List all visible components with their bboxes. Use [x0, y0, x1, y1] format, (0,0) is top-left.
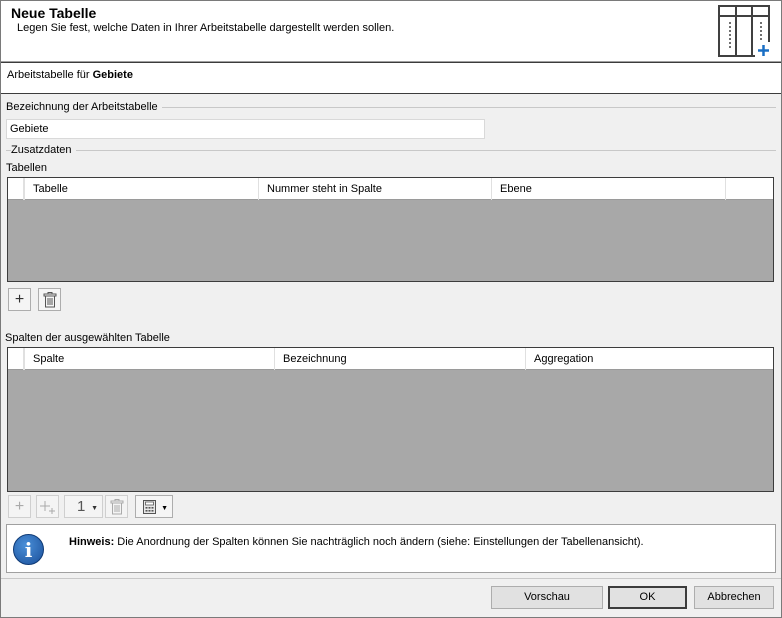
column-header-nummer[interactable]: Nummer steht in Spalte	[258, 178, 491, 200]
hint-message: Die Anordnung der Spalten können Sie nac…	[114, 536, 644, 548]
chevron-down-icon: ▼	[161, 505, 168, 512]
add-table-button[interactable]: +	[8, 288, 31, 311]
columns-grid-header: Spalte Bezeichnung Aggregation	[8, 348, 773, 370]
column-header-tabelle[interactable]: Tabelle	[24, 178, 258, 200]
column-header-spalte[interactable]: Spalte	[24, 348, 274, 370]
cancel-button[interactable]: Abbrechen	[694, 586, 774, 609]
delete-column-button[interactable]	[105, 495, 128, 518]
calculator-icon	[143, 500, 156, 514]
preview-button[interactable]: Vorschau	[491, 586, 603, 609]
info-icon: i	[13, 534, 44, 565]
tables-grid-header: Tabelle Nummer steht in Spalte Ebene	[8, 178, 773, 200]
add-multiple-columns-button[interactable]	[36, 495, 59, 518]
extra-group-label: Zusatzdaten	[11, 144, 76, 156]
worktable-name-input[interactable]	[6, 119, 485, 139]
dialog-title: Neue Tabelle	[11, 5, 97, 21]
table-add-icon	[718, 5, 772, 58]
hint-box: i Hinweis: Die Anordnung der Spalten kön…	[6, 524, 776, 573]
dialog-subtitle: Legen Sie fest, welche Daten in Ihrer Ar…	[17, 22, 395, 34]
tables-label: Tabellen	[6, 162, 51, 174]
hint-text: Hinweis: Die Anordnung der Spalten könne…	[69, 536, 644, 548]
column-count-spinner[interactable]: 1 ▼	[64, 495, 103, 518]
column-header-aggregation[interactable]: Aggregation	[525, 348, 773, 370]
context-table-name: Gebiete	[92, 69, 133, 81]
trash-icon	[43, 291, 56, 307]
plus-icon: +	[14, 290, 25, 308]
footer-separator	[1, 578, 781, 579]
name-group-label: Bezeichnung der Arbeitstabelle	[6, 101, 162, 113]
new-table-dialog: Neue Tabelle Legen Sie fest, welche Date…	[0, 0, 782, 618]
add-column-button[interactable]: +	[8, 495, 31, 518]
hint-label: Hinweis:	[69, 536, 115, 548]
worktable-context: Arbeitstabelle für Gebiete	[1, 62, 781, 94]
columns-section-label: Spalten der ausgewählten Tabelle	[5, 332, 174, 344]
plus-multiple-icon	[39, 500, 55, 514]
trash-icon	[110, 498, 123, 514]
chevron-down-icon: ▼	[91, 505, 98, 512]
columns-grid[interactable]: Spalte Bezeichnung Aggregation	[7, 347, 774, 492]
spinner-value: 1	[77, 498, 86, 515]
plus-icon: +	[14, 497, 25, 515]
group-separator	[6, 150, 776, 151]
calculator-dropdown-button[interactable]: ▼	[135, 495, 173, 518]
ok-button[interactable]: OK	[608, 586, 687, 609]
context-prefix: Arbeitstabelle für	[7, 69, 90, 81]
dialog-header: Neue Tabelle Legen Sie fest, welche Date…	[1, 1, 781, 62]
delete-table-button[interactable]	[38, 288, 61, 311]
column-header-bezeichnung[interactable]: Bezeichnung	[274, 348, 525, 370]
column-header-ebene[interactable]: Ebene	[491, 178, 725, 200]
tables-grid[interactable]: Tabelle Nummer steht in Spalte Ebene	[7, 177, 774, 282]
